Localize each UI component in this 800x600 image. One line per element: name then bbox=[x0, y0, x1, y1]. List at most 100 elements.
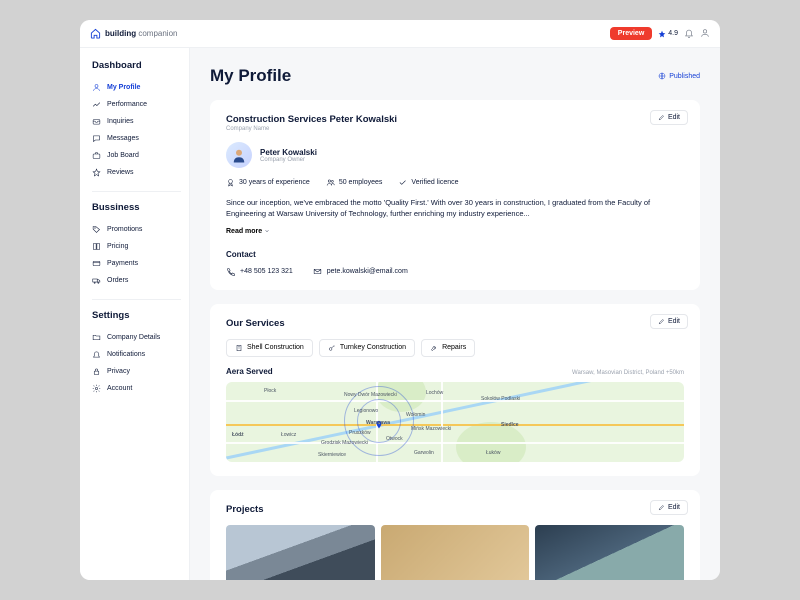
chevron-down-icon bbox=[264, 228, 270, 234]
sidebar-item-orders[interactable]: Orders bbox=[92, 272, 181, 289]
projects-card: Edit Projects bbox=[210, 490, 700, 581]
building-icon bbox=[235, 344, 243, 352]
project-thumbnail[interactable] bbox=[535, 525, 684, 581]
sidebar-item-label: Account bbox=[107, 385, 132, 392]
pencil-icon bbox=[658, 318, 665, 325]
globe-icon bbox=[658, 72, 666, 80]
company-card: Edit Construction Services Peter Kowalsk… bbox=[210, 100, 700, 290]
read-more-label: Read more bbox=[226, 228, 262, 235]
account-button[interactable] bbox=[700, 25, 710, 43]
published-badge: Published bbox=[658, 72, 700, 80]
map-city: Lochów bbox=[426, 390, 443, 396]
rating-badge[interactable]: 4.9 bbox=[658, 30, 678, 38]
map-city: Łowicz bbox=[281, 432, 296, 438]
read-more-link[interactable]: Read more bbox=[226, 228, 270, 235]
sidebar-item-label: Reviews bbox=[107, 169, 133, 176]
area-served-desc: Warsaw, Masovian District, Poland +50km bbox=[572, 370, 684, 376]
phone-value: +48 505 123 321 bbox=[240, 268, 293, 275]
book-icon bbox=[92, 242, 101, 251]
brand-suffix: companion bbox=[138, 29, 177, 38]
user-icon bbox=[92, 83, 101, 92]
sidebar-item-label: Performance bbox=[107, 101, 147, 108]
sidebar-item-job-board[interactable]: Job Board bbox=[92, 147, 181, 164]
service-chip[interactable]: Turnkey Construction bbox=[319, 339, 415, 357]
brand-name: building bbox=[105, 29, 136, 38]
bell-icon bbox=[684, 28, 694, 38]
edit-label: Edit bbox=[668, 504, 680, 511]
sidebar-item-payments[interactable]: Payments bbox=[92, 255, 181, 272]
app-window: building companion Preview 4.9 Dashboard… bbox=[80, 20, 720, 580]
edit-company-button[interactable]: Edit bbox=[650, 110, 688, 125]
edit-label: Edit bbox=[668, 318, 680, 325]
area-served-label: Aera Served bbox=[226, 367, 273, 376]
map-city: Mińsk Mazowiecki bbox=[411, 426, 451, 432]
map-city: Pruszków bbox=[349, 430, 371, 436]
star-icon bbox=[658, 30, 666, 38]
edit-label: Edit bbox=[668, 114, 680, 121]
map-city: Nowy Dwór Mazowiecki bbox=[344, 392, 397, 398]
nav-divider bbox=[92, 299, 181, 300]
owner-sub: Company Owner bbox=[260, 157, 317, 163]
sidebar-item-messages[interactable]: Messages bbox=[92, 130, 181, 147]
edit-projects-button[interactable]: Edit bbox=[650, 500, 688, 515]
service-chip[interactable]: Shell Construction bbox=[226, 339, 313, 357]
wrench-icon bbox=[430, 344, 438, 352]
user-icon bbox=[700, 28, 710, 38]
rating-value: 4.9 bbox=[668, 30, 678, 37]
project-thumbnail[interactable] bbox=[381, 525, 530, 581]
owner-avatar bbox=[226, 142, 252, 168]
sidebar: Dashboard My Profile Performance Inquiri… bbox=[80, 48, 190, 580]
map-city: Otwock bbox=[386, 436, 403, 442]
company-name-sub: Company Name bbox=[226, 126, 684, 132]
chip-label: Repairs bbox=[442, 344, 466, 351]
map-highway bbox=[226, 424, 684, 426]
sidebar-item-reviews[interactable]: Reviews bbox=[92, 164, 181, 181]
sidebar-item-performance[interactable]: Performance bbox=[92, 96, 181, 113]
sidebar-item-label: Inquiries bbox=[107, 118, 133, 125]
folder-icon bbox=[92, 333, 101, 342]
sidebar-item-label: My Profile bbox=[107, 84, 140, 91]
nav-divider bbox=[92, 191, 181, 192]
person-photo-icon bbox=[230, 146, 248, 164]
service-chip[interactable]: Repairs bbox=[421, 339, 475, 357]
nav-header-dashboard: Dashboard bbox=[92, 60, 181, 71]
map-city: Łódź bbox=[232, 432, 244, 438]
sidebar-item-promotions[interactable]: Promotions bbox=[92, 221, 181, 238]
truck-icon bbox=[92, 276, 101, 285]
tag-icon bbox=[92, 225, 101, 234]
sidebar-item-account[interactable]: Account bbox=[92, 380, 181, 397]
sidebar-item-pricing[interactable]: Pricing bbox=[92, 238, 181, 255]
pencil-icon bbox=[658, 504, 665, 511]
main-content: My Profile Published Edit Construction S… bbox=[190, 48, 720, 580]
sidebar-item-label: Notifications bbox=[107, 351, 145, 358]
edit-services-button[interactable]: Edit bbox=[650, 314, 688, 329]
sidebar-item-label: Promotions bbox=[107, 226, 142, 233]
stat-label: 30 years of experience bbox=[239, 179, 310, 186]
project-thumbnail[interactable] bbox=[226, 525, 375, 581]
map-city: Wołomin bbox=[406, 412, 425, 418]
chip-label: Turnkey Construction bbox=[340, 344, 406, 351]
sidebar-item-privacy[interactable]: Privacy bbox=[92, 363, 181, 380]
sidebar-item-inquiries[interactable]: Inquiries bbox=[92, 113, 181, 130]
brand-logo[interactable]: building companion bbox=[90, 28, 177, 39]
stat-experience: 30 years of experience bbox=[226, 178, 310, 187]
sidebar-item-my-profile[interactable]: My Profile bbox=[92, 79, 181, 96]
sidebar-item-company-details[interactable]: Company Details bbox=[92, 329, 181, 346]
map-city-warsaw: Warszawa bbox=[366, 420, 390, 426]
contact-email: pete.kowalski@email.com bbox=[313, 267, 408, 276]
sidebar-item-label: Payments bbox=[107, 260, 138, 267]
credit-card-icon bbox=[92, 259, 101, 268]
services-title: Our Services bbox=[226, 318, 684, 329]
stat-employees: 50 employees bbox=[326, 178, 383, 187]
map-river bbox=[226, 382, 684, 462]
notifications-button[interactable] bbox=[684, 25, 694, 43]
map-city: Płock bbox=[264, 388, 276, 394]
star-icon bbox=[92, 168, 101, 177]
map-city: Siedlce bbox=[501, 422, 519, 428]
sidebar-item-label: Pricing bbox=[107, 243, 128, 250]
map-city: Grodzisk Mazowiecki bbox=[321, 440, 368, 446]
sidebar-item-label: Job Board bbox=[107, 152, 139, 159]
sidebar-item-notifications[interactable]: Notifications bbox=[92, 346, 181, 363]
preview-button[interactable]: Preview bbox=[610, 27, 652, 40]
area-served-map[interactable]: Płock Nowy Dwór Mazowiecki Lochów Sokołó… bbox=[226, 382, 684, 462]
